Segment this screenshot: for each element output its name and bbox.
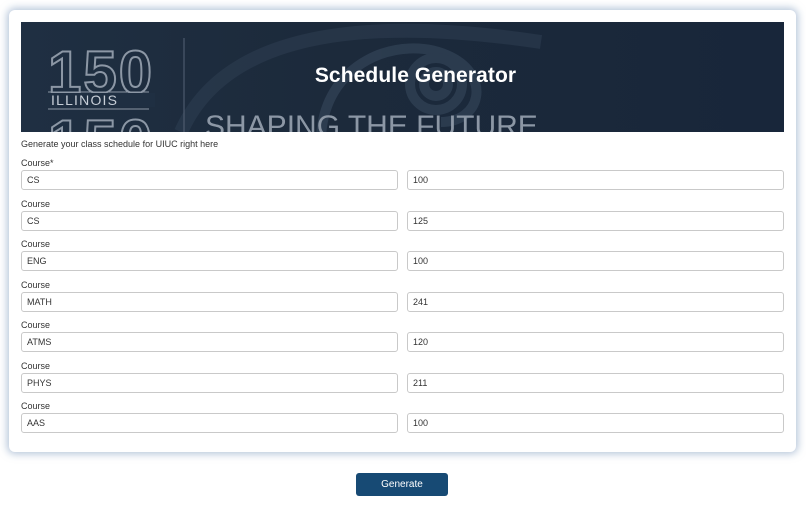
course-subject-input-3[interactable] xyxy=(21,251,398,271)
course-number-input-5[interactable] xyxy=(407,332,784,352)
logo-number-lower: 150 xyxy=(48,108,154,132)
course-label-1: Course* xyxy=(21,158,54,168)
course-label-4: Course xyxy=(21,280,51,290)
course-number-input-3[interactable] xyxy=(407,251,784,271)
course-number-input-2[interactable] xyxy=(407,211,784,231)
page-title: Schedule Generator xyxy=(314,64,517,87)
course-subject-input-6[interactable] xyxy=(21,373,398,393)
course-label-5: Course xyxy=(21,320,51,330)
course-subject-input-5[interactable] xyxy=(21,332,398,352)
course-subject-input-2[interactable] xyxy=(21,211,398,231)
logo-text: ILLINOIS xyxy=(51,92,118,108)
course-subject-input-4[interactable] xyxy=(21,292,398,312)
header-banner: 150 ILLINOIS 150 SHAPING THE FUTURE Sche… xyxy=(21,22,784,132)
course-number-input-6[interactable] xyxy=(407,373,784,393)
course-label-2: Course xyxy=(21,199,51,209)
course-label-7: Course xyxy=(21,401,51,411)
course-subject-input-1[interactable] xyxy=(21,170,398,190)
tagline-text: SHAPING THE FUTURE xyxy=(205,110,538,132)
course-number-input-4[interactable] xyxy=(407,292,784,312)
course-label-6: Course xyxy=(21,361,51,371)
generate-button[interactable]: Generate xyxy=(356,473,448,496)
form-card: 150 ILLINOIS 150 SHAPING THE FUTURE Sche… xyxy=(9,10,796,452)
course-subject-input-7[interactable] xyxy=(21,413,398,433)
course-number-input-7[interactable] xyxy=(407,413,784,433)
course-label-3: Course xyxy=(21,239,51,249)
page-subtitle: Generate your class schedule for UIUC ri… xyxy=(21,139,219,149)
course-number-input-1[interactable] xyxy=(407,170,784,190)
